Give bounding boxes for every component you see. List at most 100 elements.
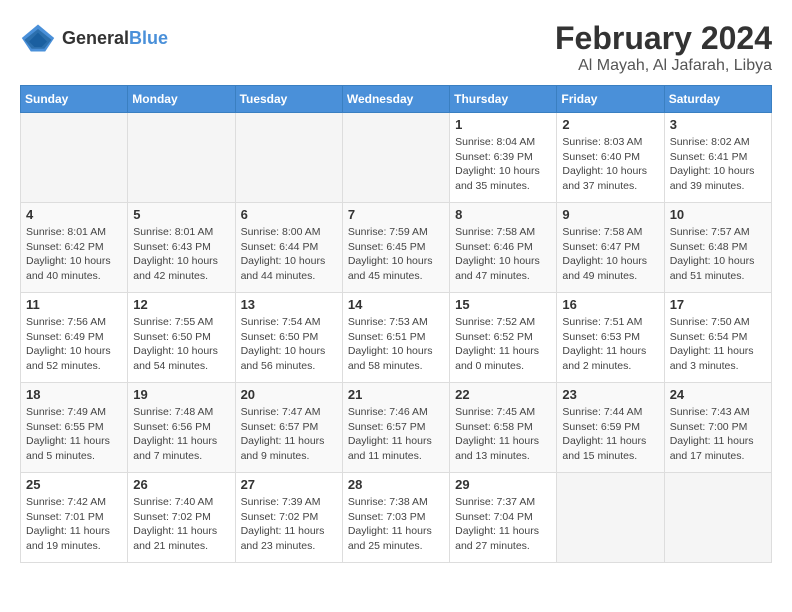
calendar-week-row: 25 Sunrise: 7:42 AM Sunset: 7:01 PM Dayli… [21,473,772,563]
day-info: Sunrise: 7:58 AM Sunset: 6:47 PM Dayligh… [562,225,658,284]
logo-icon [20,20,56,56]
calendar-cell: 21Sunrise: 7:46 AM Sunset: 6:57 PM Dayli… [342,383,449,473]
calendar-cell: 8Sunrise: 7:58 AM Sunset: 6:46 PM Daylig… [450,203,557,293]
day-number: 10 [670,207,766,222]
day-number: 19 [133,387,229,402]
calendar-cell: 13 Sunrise: 7:54 AM Sunset: 6:50 PM Dayli… [235,293,342,383]
calendar-header: SundayMondayTuesdayWednesdayThursdayFrid… [21,86,772,113]
day-info: Sunrise: 7:52 AM Sunset: 6:52 PM Dayligh… [455,315,551,374]
day-info: Sunrise: 7:57 AM Sunset: 6:48 PM Dayligh… [670,225,766,284]
day-info: Sunrise: 7:53 AM Sunset: 6:51 PM Dayligh… [348,315,444,374]
day-info: Sunrise: 7:40 AM Sunset: 7:02 PM Dayligh… [133,495,229,554]
calendar-cell: 15 Sunrise: 7:52 AM Sunset: 6:52 PM Dayli… [450,293,557,383]
day-info: Sunrise: 7:48 AM Sunset: 6:56 PM Dayligh… [133,405,229,464]
day-info: Sunrise: 7:47 AM Sunset: 6:57 PM Dayligh… [241,405,337,464]
calendar-header-cell: Friday [557,86,664,113]
day-number: 15 [455,297,551,312]
day-number: 3 [670,117,766,132]
day-number: 4 [26,207,122,222]
calendar-cell: 1Sunrise: 8:04 AM Sunset: 6:39 PM Daylig… [450,113,557,203]
calendar-cell: 22 Sunrise: 7:45 AM Sunset: 6:58 PM Dayli… [450,383,557,473]
day-number: 11 [26,297,122,312]
calendar-cell: 2 Sunrise: 8:03 AM Sunset: 6:40 PM Daylig… [557,113,664,203]
day-number: 28 [348,477,444,492]
subtitle: Al Mayah, Al Jafarah, Libya [555,57,772,75]
calendar-cell: 29 Sunrise: 7:37 AM Sunset: 7:04 PM Dayli… [450,473,557,563]
calendar-header-cell: Tuesday [235,86,342,113]
calendar-body: 1Sunrise: 8:04 AM Sunset: 6:39 PM Daylig… [21,113,772,563]
logo-text: GeneralBlue [62,28,168,49]
calendar-cell: 28 Sunrise: 7:38 AM Sunset: 7:03 PM Dayli… [342,473,449,563]
calendar-cell: 24 Sunrise: 7:43 AM Sunset: 7:00 PM Dayli… [664,383,771,473]
calendar-header-cell: Thursday [450,86,557,113]
calendar-cell: 10 Sunrise: 7:57 AM Sunset: 6:48 PM Dayli… [664,203,771,293]
day-number: 13 [241,297,337,312]
calendar-week-row: 4Sunrise: 8:01 AM Sunset: 6:42 PM Daylig… [21,203,772,293]
day-number: 8 [455,207,551,222]
day-info: Sunrise: 7:37 AM Sunset: 7:04 PM Dayligh… [455,495,551,554]
day-info: Sunrise: 7:51 AM Sunset: 6:53 PM Dayligh… [562,315,658,374]
day-number: 2 [562,117,658,132]
day-info: Sunrise: 8:01 AM Sunset: 6:43 PM Dayligh… [133,225,229,284]
day-number: 6 [241,207,337,222]
page-header: GeneralBlue February 2024 Al Mayah, Al J… [20,20,772,75]
day-info: Sunrise: 7:44 AM Sunset: 6:59 PM Dayligh… [562,405,658,464]
calendar-cell: 26 Sunrise: 7:40 AM Sunset: 7:02 PM Dayli… [128,473,235,563]
logo: GeneralBlue [20,20,168,56]
calendar-cell: 7 Sunrise: 7:59 AM Sunset: 6:45 PM Daylig… [342,203,449,293]
day-number: 17 [670,297,766,312]
calendar-week-row: 1Sunrise: 8:04 AM Sunset: 6:39 PM Daylig… [21,113,772,203]
calendar-cell [235,113,342,203]
day-number: 12 [133,297,229,312]
day-info: Sunrise: 8:03 AM Sunset: 6:40 PM Dayligh… [562,135,658,194]
day-number: 14 [348,297,444,312]
day-number: 27 [241,477,337,492]
calendar-cell: 17 Sunrise: 7:50 AM Sunset: 6:54 PM Dayli… [664,293,771,383]
day-info: Sunrise: 7:42 AM Sunset: 7:01 PM Dayligh… [26,495,122,554]
day-number: 21 [348,387,444,402]
calendar-cell [664,473,771,563]
calendar-table: SundayMondayTuesdayWednesdayThursdayFrid… [20,85,772,563]
calendar-header-cell: Monday [128,86,235,113]
day-info: Sunrise: 7:59 AM Sunset: 6:45 PM Dayligh… [348,225,444,284]
day-info: Sunrise: 7:45 AM Sunset: 6:58 PM Dayligh… [455,405,551,464]
calendar-cell: 20 Sunrise: 7:47 AM Sunset: 6:57 PM Dayli… [235,383,342,473]
day-number: 24 [670,387,766,402]
day-number: 20 [241,387,337,402]
day-number: 7 [348,207,444,222]
day-number: 26 [133,477,229,492]
calendar-cell: 5Sunrise: 8:01 AM Sunset: 6:43 PM Daylig… [128,203,235,293]
calendar-cell [128,113,235,203]
calendar-cell [21,113,128,203]
calendar-cell: 9 Sunrise: 7:58 AM Sunset: 6:47 PM Daylig… [557,203,664,293]
day-info: Sunrise: 7:39 AM Sunset: 7:02 PM Dayligh… [241,495,337,554]
day-info: Sunrise: 8:04 AM Sunset: 6:39 PM Dayligh… [455,135,551,194]
calendar-cell: 16 Sunrise: 7:51 AM Sunset: 6:53 PM Dayli… [557,293,664,383]
day-number: 16 [562,297,658,312]
calendar-cell: 6Sunrise: 8:00 AM Sunset: 6:44 PM Daylig… [235,203,342,293]
day-info: Sunrise: 7:55 AM Sunset: 6:50 PM Dayligh… [133,315,229,374]
calendar-cell: 27 Sunrise: 7:39 AM Sunset: 7:02 PM Dayli… [235,473,342,563]
calendar-cell [557,473,664,563]
day-number: 22 [455,387,551,402]
calendar-week-row: 18Sunrise: 7:49 AM Sunset: 6:55 PM Dayli… [21,383,772,473]
day-number: 9 [562,207,658,222]
day-info: Sunrise: 7:38 AM Sunset: 7:03 PM Dayligh… [348,495,444,554]
calendar-header-cell: Wednesday [342,86,449,113]
calendar-week-row: 11 Sunrise: 7:56 AM Sunset: 6:49 PM Dayli… [21,293,772,383]
day-number: 25 [26,477,122,492]
calendar-cell: 18Sunrise: 7:49 AM Sunset: 6:55 PM Dayli… [21,383,128,473]
day-info: Sunrise: 7:56 AM Sunset: 6:49 PM Dayligh… [26,315,122,374]
calendar-cell: 11 Sunrise: 7:56 AM Sunset: 6:49 PM Dayli… [21,293,128,383]
calendar-cell: 12 Sunrise: 7:55 AM Sunset: 6:50 PM Dayli… [128,293,235,383]
day-number: 29 [455,477,551,492]
day-info: Sunrise: 7:50 AM Sunset: 6:54 PM Dayligh… [670,315,766,374]
day-number: 18 [26,387,122,402]
day-info: Sunrise: 7:54 AM Sunset: 6:50 PM Dayligh… [241,315,337,374]
calendar-cell: 4Sunrise: 8:01 AM Sunset: 6:42 PM Daylig… [21,203,128,293]
calendar-cell: 14 Sunrise: 7:53 AM Sunset: 6:51 PM Dayli… [342,293,449,383]
calendar-cell: 3 Sunrise: 8:02 AM Sunset: 6:41 PM Daylig… [664,113,771,203]
day-info: Sunrise: 7:43 AM Sunset: 7:00 PM Dayligh… [670,405,766,464]
day-info: Sunrise: 8:02 AM Sunset: 6:41 PM Dayligh… [670,135,766,194]
calendar-header-cell: Saturday [664,86,771,113]
